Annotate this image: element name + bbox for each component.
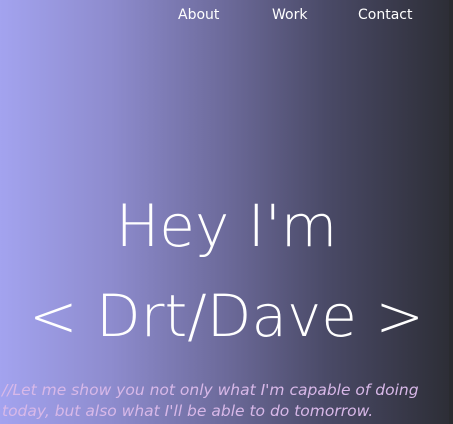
nav-link-work[interactable]: Work <box>272 7 307 23</box>
nav-link-about[interactable]: About <box>178 7 219 23</box>
hero-tagline: //Let me show you not only what I'm capa… <box>2 380 452 422</box>
tagline-line-2: today, but also what I'll be able to do … <box>2 401 374 420</box>
top-nav: About Work Contact <box>0 7 453 27</box>
page-scrollbar[interactable] <box>449 0 453 424</box>
hero-greeting: Hey I'm <box>115 192 338 260</box>
nav-link-contact[interactable]: Contact <box>358 7 412 23</box>
tagline-line-1: //Let me show you not only what I'm capa… <box>2 380 419 399</box>
hero-name: < Drt/Dave > <box>28 282 425 350</box>
